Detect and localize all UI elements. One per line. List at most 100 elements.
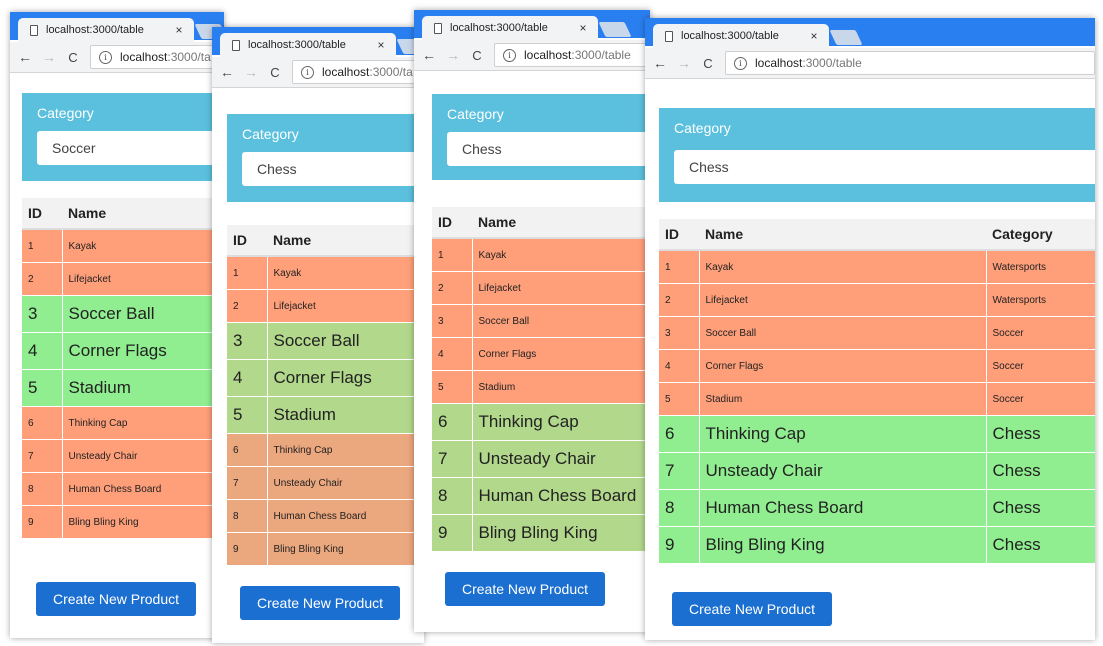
- browser-tab[interactable]: localhost:3000/table ×: [18, 18, 194, 42]
- table-row: 7 Unsteady Chair Chess: [659, 452, 1095, 490]
- close-icon[interactable]: ×: [170, 23, 188, 37]
- forward-icon[interactable]: →: [675, 55, 693, 71]
- cell-name: Human Chess Board: [62, 472, 224, 506]
- cell-id: 8: [227, 499, 268, 533]
- category-label: Category: [674, 120, 731, 136]
- page-icon: [434, 22, 442, 34]
- back-icon[interactable]: ←: [218, 64, 236, 80]
- cell-id: 2: [432, 271, 473, 305]
- forward-icon[interactable]: →: [40, 49, 58, 65]
- address-bar[interactable]: i localhost:3000/ta: [90, 45, 224, 69]
- cell-id: 5: [22, 369, 63, 407]
- create-new-product-button[interactable]: Create New Product: [672, 592, 832, 626]
- table-row: 2 Lifejacket Watersports: [659, 283, 1095, 317]
- cell-name: Stadium: [472, 370, 650, 404]
- browser-tab[interactable]: localhost:3000/table ×: [653, 24, 829, 48]
- cell-id: 7: [227, 466, 268, 500]
- cell-category: Soccer: [986, 316, 1095, 350]
- table-row: 7 Unsteady Chair: [227, 466, 424, 500]
- category-select[interactable]: Soccer: [37, 131, 224, 165]
- page-content: Category Chess ID Name 1 Kayak 2 Lifejacket…: [414, 71, 650, 632]
- header-id: ID: [432, 207, 472, 239]
- table-row: 3 Soccer Ball: [22, 295, 224, 333]
- table-row: 8 Human Chess Board: [22, 472, 224, 506]
- cell-name: Stadium: [62, 369, 224, 407]
- close-icon[interactable]: ×: [574, 21, 592, 35]
- address-bar[interactable]: i localhost:3000/ta: [292, 60, 424, 84]
- address-bar[interactable]: i localhost:3000/table: [494, 43, 650, 67]
- info-icon[interactable]: i: [503, 48, 516, 62]
- close-icon[interactable]: ×: [805, 29, 823, 43]
- info-icon[interactable]: i: [99, 50, 112, 64]
- category-label: Category: [447, 106, 504, 122]
- browser-tab[interactable]: localhost:3000/table ×: [220, 33, 396, 57]
- header-category: Category: [986, 219, 1095, 251]
- cell-id: 6: [659, 415, 700, 453]
- table-row: 2 Lifejacket: [22, 262, 224, 296]
- reload-icon[interactable]: C: [64, 50, 82, 65]
- cell-id: 7: [432, 440, 473, 478]
- table-row: 2 Lifejacket: [432, 271, 650, 305]
- header-id: ID: [227, 225, 267, 257]
- cell-name: Soccer Ball: [267, 322, 424, 360]
- cell-name: Corner Flags: [472, 337, 650, 371]
- cell-category: Watersports: [986, 249, 1095, 284]
- cell-id: 8: [22, 472, 63, 506]
- cell-id: 5: [432, 370, 473, 404]
- header-name: Name: [699, 219, 986, 251]
- category-label: Category: [242, 126, 299, 142]
- cell-name: Human Chess Board: [472, 477, 650, 515]
- cell-id: 1: [227, 255, 268, 290]
- category-select[interactable]: Chess: [242, 152, 424, 186]
- address-bar[interactable]: i localhost:3000/table: [725, 51, 1095, 75]
- info-icon[interactable]: i: [734, 56, 747, 70]
- cell-id: 3: [432, 304, 473, 338]
- close-icon[interactable]: ×: [372, 38, 390, 52]
- browser-window-1: localhost:3000/table × ← → C i localhost…: [10, 12, 224, 638]
- cell-name: Stadium: [699, 382, 987, 416]
- reload-icon[interactable]: C: [468, 48, 486, 63]
- cell-name: Soccer Ball: [699, 316, 987, 350]
- cell-id: 9: [432, 514, 473, 551]
- reload-icon[interactable]: C: [699, 56, 717, 71]
- cell-name: Bling Bling King: [472, 514, 650, 551]
- table-row: 9 Bling Bling King: [22, 505, 224, 538]
- forward-icon[interactable]: →: [444, 47, 462, 63]
- cell-name: Human Chess Board: [699, 489, 987, 527]
- create-new-product-button[interactable]: Create New Product: [445, 572, 605, 606]
- category-select[interactable]: Chess: [447, 132, 650, 166]
- back-icon[interactable]: ←: [651, 55, 669, 71]
- cell-name: Thinking Cap: [472, 403, 650, 441]
- category-label: Category: [37, 105, 94, 121]
- cell-name: Lifejacket: [62, 262, 224, 296]
- url-path: :3000/table: [802, 56, 862, 70]
- table-row: 6 Thinking Cap: [22, 406, 224, 440]
- back-icon[interactable]: ←: [420, 47, 438, 63]
- table-row: 1 Kayak: [22, 228, 224, 263]
- cell-id: 6: [227, 433, 268, 467]
- cell-id: 4: [659, 349, 700, 383]
- cell-name: Kayak: [62, 228, 224, 263]
- cell-id: 3: [227, 322, 268, 360]
- cell-id: 8: [432, 477, 473, 515]
- page-icon: [232, 39, 240, 51]
- forward-icon[interactable]: →: [242, 64, 260, 80]
- cell-name: Corner Flags: [267, 359, 424, 397]
- create-new-product-button[interactable]: Create New Product: [36, 582, 196, 616]
- reload-icon[interactable]: C: [266, 65, 284, 80]
- info-icon[interactable]: i: [301, 65, 314, 79]
- create-new-product-button[interactable]: Create New Product: [240, 586, 400, 620]
- table-row: 1 Kayak: [227, 255, 424, 290]
- cell-id: 4: [227, 359, 268, 397]
- back-icon[interactable]: ←: [16, 49, 34, 65]
- table-header-row: ID Name: [22, 198, 224, 230]
- cell-id: 9: [22, 505, 63, 538]
- category-select[interactable]: Chess: [674, 150, 1095, 184]
- browser-tab[interactable]: localhost:3000/table ×: [422, 16, 598, 40]
- table-row: 4 Corner Flags: [22, 332, 224, 370]
- table-row: 4 Corner Flags Soccer: [659, 349, 1095, 383]
- header-name: Name: [267, 225, 424, 257]
- product-table: ID Name 1 Kayak 2 Lifejacket 3 Soccer Ball 4 Co…: [227, 225, 424, 565]
- cell-id: 1: [659, 249, 700, 284]
- cell-category: Chess: [986, 452, 1095, 490]
